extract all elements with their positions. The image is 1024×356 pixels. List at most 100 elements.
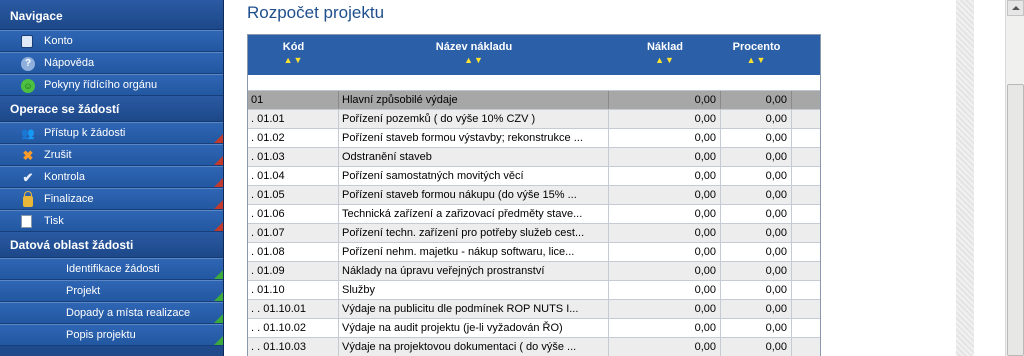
sidebar-item[interactable]: ? Nápověda xyxy=(0,52,223,74)
scroll-thumb[interactable] xyxy=(1007,84,1024,356)
cell-name: Pořízení staveb formou výstavby; rekonst… xyxy=(339,129,609,147)
sidebar-item-label: Nápověda xyxy=(44,57,95,69)
vertical-scrollbar[interactable] xyxy=(1005,0,1024,356)
check-icon: ✔ xyxy=(22,170,34,185)
cell-cost: 0,00 xyxy=(609,205,721,223)
column-header-code[interactable]: Kód ▲▼ xyxy=(248,35,339,75)
cell-cost: 0,00 xyxy=(609,91,721,109)
cell-code: . 01.09 xyxy=(248,262,339,280)
table-row[interactable]: . 01.10 Služby 0,00 0,00 xyxy=(248,281,820,300)
sort-arrows-icon[interactable]: ▲▼ xyxy=(721,55,792,65)
sidebar-item-label: Tisk xyxy=(44,215,64,227)
page-title: Rozpočet projektu xyxy=(247,3,385,22)
table-row[interactable]: . 01.09 Náklady na úpravu veřejných prost… xyxy=(248,262,820,281)
cell-percent: 0,00 xyxy=(721,186,792,204)
cell-cost: 0,00 xyxy=(609,281,721,299)
cell-percent: 0,00 xyxy=(721,338,792,356)
sidebar-item[interactable]: Projekt xyxy=(0,280,223,302)
filter-row xyxy=(248,75,820,91)
lock-icon xyxy=(23,191,33,207)
sidebar-item[interactable]: Identifikace žádosti xyxy=(0,258,223,280)
cell-name: Služby xyxy=(339,281,609,299)
doc-icon xyxy=(21,215,32,228)
sidebar-item-label: Finalizace xyxy=(44,193,94,205)
sidebar-item[interactable]: 👥 Přístup k žádosti xyxy=(0,122,223,144)
sidebar-item-label: Konto xyxy=(44,35,73,47)
table-row[interactable]: . 01.03 Odstranění staveb 0,00 0,00 xyxy=(248,148,820,167)
sidebar-item[interactable]: ☺ Pokyny řídícího orgánu xyxy=(0,74,223,96)
table-row[interactable]: . 01.07 Pořízení techn. zařízení pro potř… xyxy=(248,224,820,243)
status-corner-marker xyxy=(214,292,223,301)
cell-name: Odstranění staveb xyxy=(339,148,609,166)
cell-name: Technická zařízení a zařizovací předměty… xyxy=(339,205,609,223)
cell-name: Pořízení pozemků ( do výše 10% CZV ) xyxy=(339,110,609,128)
cell-code: . 01.03 xyxy=(248,148,339,166)
table-row[interactable]: . 01.02 Pořízení staveb formou výstavby; … xyxy=(248,129,820,148)
status-corner-marker xyxy=(214,222,223,231)
cell-name: Pořízení staveb formou nákupu (do výše 1… xyxy=(339,186,609,204)
table-row[interactable]: . . 01.10.02 Výdaje na audit projektu (je… xyxy=(248,319,820,338)
cell-cost: 0,00 xyxy=(609,167,721,185)
sidebar-item-label: Pokyny řídícího orgánu xyxy=(44,79,158,91)
sidebar-item-label: Popis projektu xyxy=(66,329,136,341)
smile-icon: ☺ xyxy=(21,79,35,93)
cell-cost: 0,00 xyxy=(609,300,721,318)
table-row[interactable]: . 01.08 Pořízení nehm. majetku - nákup so… xyxy=(248,243,820,262)
sidebar-section-title: Navigace xyxy=(0,0,223,30)
cell-name: Pořízení techn. zařízení pro potřeby slu… xyxy=(339,224,609,242)
cell-name: Náklady na úpravu veřejných prostranství xyxy=(339,262,609,280)
sort-arrows-icon[interactable]: ▲▼ xyxy=(609,55,721,65)
cell-percent: 0,00 xyxy=(721,110,792,128)
cell-cost: 0,00 xyxy=(609,338,721,356)
cell-cost: 0,00 xyxy=(609,186,721,204)
sort-arrows-icon[interactable]: ▲▼ xyxy=(339,55,609,65)
cell-percent: 0,00 xyxy=(721,243,792,261)
frame-divider xyxy=(956,0,974,356)
table-row[interactable]: . . 01.10.01 Výdaje na publicitu dle podm… xyxy=(248,300,820,319)
sidebar-item[interactable]: Tisk xyxy=(0,210,223,232)
sidebar-item[interactable]: ✔ Kontrola xyxy=(0,166,223,188)
cell-code: . . 01.10.03 xyxy=(248,338,339,356)
cell-code: . 01.04 xyxy=(248,167,339,185)
table-body: 01 Hlavní způsobilé výdaje 0,00 0,00. 01.01… xyxy=(248,91,820,356)
cell-percent: 0,00 xyxy=(721,281,792,299)
table-header: Kód ▲▼ Název nákladu ▲▼ Náklad ▲▼ Procento ▲… xyxy=(248,35,820,75)
status-corner-marker xyxy=(214,270,223,279)
sidebar-item-label: Identifikace žádosti xyxy=(66,263,160,275)
cell-code: . 01.02 xyxy=(248,129,339,147)
cell-cost: 0,00 xyxy=(609,262,721,280)
cell-cost: 0,00 xyxy=(609,129,721,147)
cell-name: Pořízení nehm. majetku - nákup softwaru,… xyxy=(339,243,609,261)
sidebar-item[interactable]: Finalizace xyxy=(0,188,223,210)
sidebar-item[interactable]: Popis projektu xyxy=(0,324,223,346)
cell-percent: 0,00 xyxy=(721,319,792,337)
cell-code: 01 xyxy=(248,91,339,109)
sidebar-item-label: Dopady a místa realizace xyxy=(66,307,191,319)
column-header-cost[interactable]: Náklad ▲▼ xyxy=(609,35,721,75)
cell-code: . 01.10 xyxy=(248,281,339,299)
sidebar-item[interactable]: ✖ Zrušit xyxy=(0,144,223,166)
table-row[interactable]: . 01.06 Technická zařízení a zařizovací p… xyxy=(248,205,820,224)
cell-cost: 0,00 xyxy=(609,110,721,128)
column-header-percent[interactable]: Procento ▲▼ xyxy=(721,35,792,75)
cancel-icon: ✖ xyxy=(22,148,34,163)
cell-name: Výdaje na publicitu dle podmínek ROP NUT… xyxy=(339,300,609,318)
cell-percent: 0,00 xyxy=(721,205,792,223)
sidebar-item[interactable]: Dopady a místa realizace xyxy=(0,302,223,324)
sort-arrows-icon[interactable]: ▲▼ xyxy=(248,55,339,65)
table-row[interactable]: 01 Hlavní způsobilé výdaje 0,00 0,00 xyxy=(248,91,820,110)
sidebar-item-label: Projekt xyxy=(66,285,101,297)
table-row[interactable]: . 01.04 Pořízení samostatných movitých vě… xyxy=(248,167,820,186)
sidebar-item[interactable]: Konto xyxy=(0,30,223,52)
status-corner-marker xyxy=(214,156,223,165)
people-icon: 👥 xyxy=(21,128,35,140)
table-row[interactable]: . . 01.10.03 Výdaje na projektovou dokume… xyxy=(248,338,820,356)
table-row[interactable]: . 01.01 Pořízení pozemků ( do výše 10% CZ… xyxy=(248,110,820,129)
cell-percent: 0,00 xyxy=(721,224,792,242)
cell-code: . 01.07 xyxy=(248,224,339,242)
scroll-up-button[interactable] xyxy=(1007,0,1024,16)
column-header-name[interactable]: Název nákladu ▲▼ xyxy=(339,35,609,75)
table-row[interactable]: . 01.05 Pořízení staveb formou nákupu (do… xyxy=(248,186,820,205)
cell-code: . 01.06 xyxy=(248,205,339,223)
status-corner-marker xyxy=(214,336,223,345)
